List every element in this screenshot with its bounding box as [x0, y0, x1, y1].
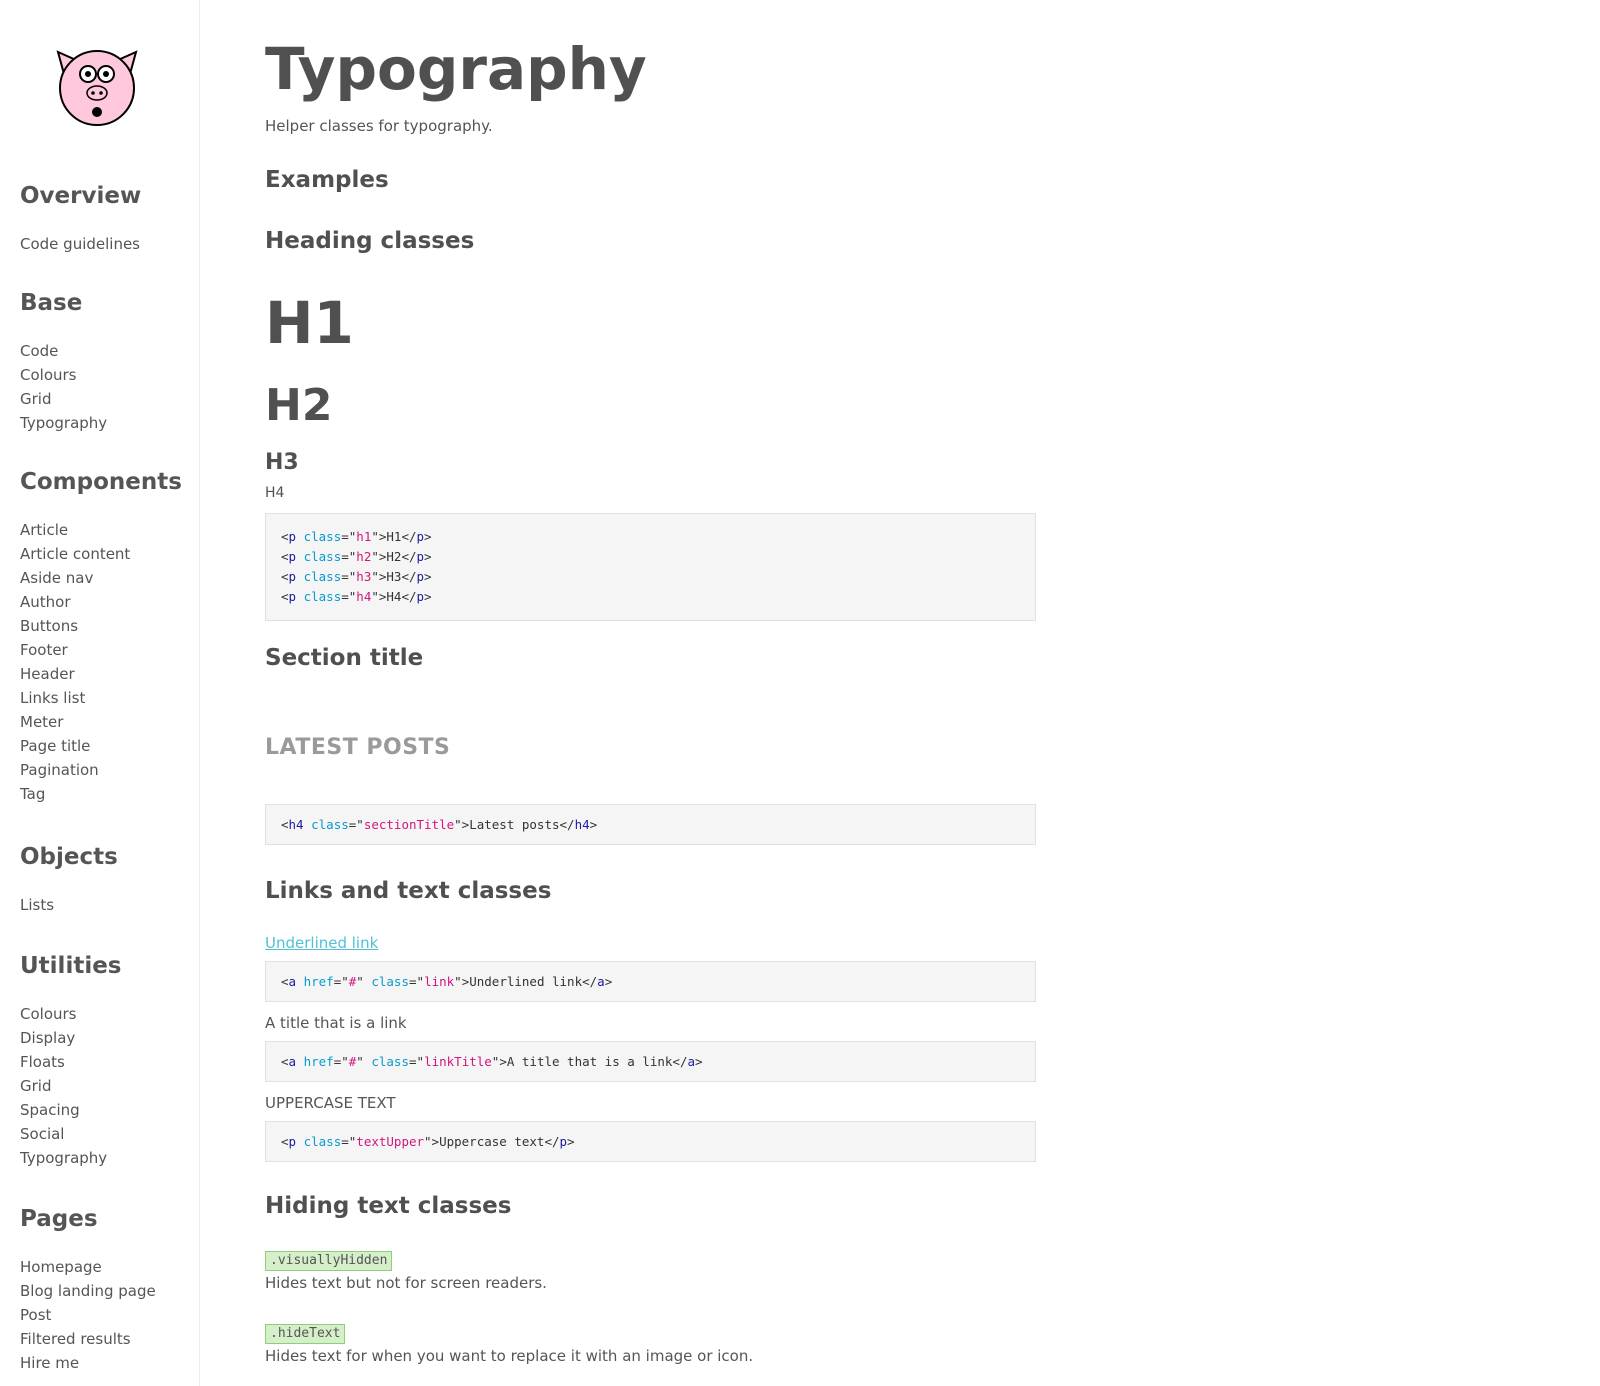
- nav-item-display[interactable]: Display: [20, 1026, 122, 1050]
- h4-example: H4: [265, 485, 285, 501]
- nav-item-code[interactable]: Code: [20, 339, 107, 363]
- underlined-link-code-block: <a href="#" class="link">Underlined link…: [265, 961, 1036, 1002]
- code-line: <p class="h4">H4</p>: [281, 589, 432, 604]
- title-link-example[interactable]: A title that is a link: [265, 1012, 407, 1034]
- nav-section-utilities: Utilities Colours Display Floats Grid Sp…: [20, 952, 122, 1170]
- nav-item-colours[interactable]: Colours: [20, 1002, 122, 1026]
- visually-hidden-badge: .visuallyHidden: [265, 1251, 393, 1271]
- code-line: <p class="h3">H3</p>: [281, 569, 432, 584]
- nav-item-homepage[interactable]: Homepage: [20, 1255, 156, 1279]
- nav-section-title: Pages: [20, 1206, 98, 1232]
- latest-posts-example: LATEST POSTS: [265, 735, 451, 760]
- nav-item-pagination[interactable]: Pagination: [20, 758, 182, 782]
- nav-item-buttons[interactable]: Buttons: [20, 614, 182, 638]
- nav-item-blog-landing-page[interactable]: Blog landing page: [20, 1279, 156, 1303]
- nav-item-grid[interactable]: Grid: [20, 387, 107, 411]
- nav-item-social[interactable]: Social: [20, 1122, 122, 1146]
- nav-item-author[interactable]: Author: [20, 590, 182, 614]
- nav-section-title: Components: [20, 469, 182, 495]
- visually-hidden-description: Hides text but not for screen readers.: [265, 1274, 547, 1292]
- h1-example: H1: [265, 289, 354, 357]
- title-link-code-block: <a href="#" class="linkTitle">A title th…: [265, 1041, 1036, 1082]
- nav-item-tag[interactable]: Tag: [20, 782, 182, 806]
- nav-item-colours[interactable]: Colours: [20, 363, 107, 387]
- hiding-text-heading: Hiding text classes: [265, 1193, 512, 1219]
- visually-hidden-badge-wrap: .visuallyHidden: [265, 1249, 393, 1271]
- examples-heading: Examples: [265, 167, 389, 193]
- hide-text-description: Hides text for when you want to replace …: [265, 1347, 754, 1365]
- nav-item-post[interactable]: Post: [20, 1303, 156, 1327]
- nav-item-aside-nav[interactable]: Aside nav: [20, 566, 182, 590]
- sidebar: Overview Code guidelines Base Code Colou…: [0, 0, 200, 1386]
- nav-section-title: Base: [20, 290, 83, 316]
- links-text-heading: Links and text classes: [265, 878, 552, 904]
- code-line: <p class="textUpper">Uppercase text</p>: [281, 1134, 575, 1149]
- nav-item-links-list[interactable]: Links list: [20, 686, 182, 710]
- nav-item-meter[interactable]: Meter: [20, 710, 182, 734]
- nav-section-components: Components Article Article content Aside…: [20, 468, 182, 806]
- nav-section-title: Overview: [20, 183, 142, 209]
- nav-section-overview: Overview Code guidelines: [20, 182, 141, 256]
- nav-item-typography[interactable]: Typography: [20, 1146, 122, 1170]
- h3-example: H3: [265, 450, 299, 475]
- hide-text-badge-wrap: .hideText: [265, 1322, 346, 1344]
- nav-item-header[interactable]: Header: [20, 662, 182, 686]
- nav-section-title: Objects: [20, 844, 118, 870]
- nav-item-floats[interactable]: Floats: [20, 1050, 122, 1074]
- section-title-code-block: <h4 class="sectionTitle">Latest posts</h…: [265, 804, 1036, 845]
- code-line: <h4 class="sectionTitle">Latest posts</h…: [281, 817, 598, 832]
- nav-item-filtered-results[interactable]: Filtered results: [20, 1327, 156, 1351]
- uppercase-code-block: <p class="textUpper">Uppercase text</p>: [265, 1121, 1036, 1162]
- code-line: <p class="h1">H1</p>: [281, 529, 432, 544]
- nav-item-article-content[interactable]: Article content: [20, 542, 182, 566]
- page-subtitle: Helper classes for typography.: [265, 117, 493, 135]
- nav-item-code-guidelines[interactable]: Code guidelines: [20, 232, 141, 256]
- nav-item-spacing[interactable]: Spacing: [20, 1098, 122, 1122]
- nav-section-title: Utilities: [20, 953, 122, 979]
- nav-item-hire-me[interactable]: Hire me: [20, 1351, 156, 1375]
- nav-item-page-title[interactable]: Page title: [20, 734, 182, 758]
- code-line: <a href="#" class="link">Underlined link…: [281, 974, 613, 989]
- page-title: Typography: [265, 35, 647, 103]
- uppercase-example: UPPERCASE TEXT: [265, 1094, 396, 1112]
- heading-classes-heading: Heading classes: [265, 228, 475, 254]
- nav-item-lists[interactable]: Lists: [20, 893, 118, 917]
- nav-section-base: Base Code Colours Grid Typography: [20, 289, 107, 435]
- nav-item-article[interactable]: Article: [20, 518, 182, 542]
- nav-item-typography[interactable]: Typography: [20, 411, 107, 435]
- h2-example: H2: [265, 380, 333, 431]
- nav-item-grid[interactable]: Grid: [20, 1074, 122, 1098]
- section-title-heading: Section title: [265, 645, 424, 671]
- nav-section-objects: Objects Lists: [20, 843, 118, 917]
- nav-item-footer[interactable]: Footer: [20, 638, 182, 662]
- hide-text-badge: .hideText: [265, 1324, 346, 1344]
- pig-logo-icon[interactable]: [54, 46, 140, 126]
- underlined-link[interactable]: Underlined link: [265, 932, 378, 954]
- code-line: <p class="h2">H2</p>: [281, 549, 432, 564]
- code-line: <a href="#" class="linkTitle">A title th…: [281, 1054, 703, 1069]
- heading-classes-code-block: <p class="h1">H1</p> <p class="h2">H2</p…: [265, 513, 1036, 621]
- nav-section-pages: Pages Homepage Blog landing page Post Fi…: [20, 1205, 156, 1375]
